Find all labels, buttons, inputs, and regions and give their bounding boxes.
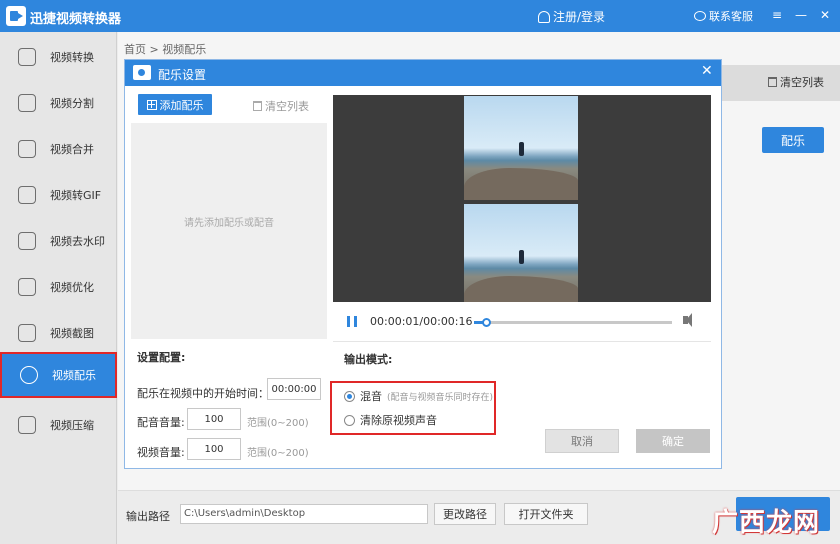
music-note-icon bbox=[20, 366, 38, 384]
video-frame-bottom bbox=[464, 204, 578, 308]
image-icon bbox=[18, 324, 36, 342]
plus-icon bbox=[146, 99, 157, 110]
volume-icon[interactable] bbox=[683, 313, 692, 327]
output-mode-title: 输出模式: bbox=[344, 353, 393, 366]
remove-audio-radio[interactable] bbox=[344, 414, 355, 426]
person bbox=[519, 250, 524, 264]
sidebar-item-compress[interactable]: 视频压缩 bbox=[0, 402, 117, 448]
site-watermark: 广西龙网 bbox=[712, 508, 821, 538]
close-icon[interactable]: ✕ bbox=[816, 6, 834, 24]
sidebar-item-screenshot[interactable]: 视频截图 bbox=[0, 310, 117, 356]
sidebar-item-label: 视频截图 bbox=[50, 327, 94, 340]
music-list: 请先添加配乐或配音 bbox=[131, 123, 327, 339]
output-path-label: 输出路径 bbox=[126, 510, 170, 523]
clear-list-label: 清空列表 bbox=[265, 100, 309, 113]
output-path-field[interactable]: C:\Users\admin\Desktop bbox=[180, 504, 428, 524]
person bbox=[519, 142, 524, 156]
add-music-button[interactable]: 添加配乐 bbox=[138, 94, 212, 115]
app-logo-icon bbox=[6, 6, 26, 26]
pause-icon[interactable] bbox=[347, 316, 357, 327]
sidebar-item-watermark[interactable]: 视频去水印 bbox=[0, 218, 117, 264]
cancel-button[interactable]: 取消 bbox=[545, 429, 619, 453]
video-frame-top bbox=[464, 96, 578, 200]
user-icon bbox=[538, 10, 550, 23]
dub-volume-label: 配音音量: bbox=[137, 416, 185, 429]
sidebar-item-label: 视频转GIF bbox=[50, 189, 102, 202]
video-volume-label: 视频音量: bbox=[137, 446, 185, 459]
convert-icon bbox=[18, 48, 36, 66]
support-label: 联系客服 bbox=[709, 10, 753, 23]
minimize-icon[interactable]: — bbox=[792, 6, 810, 24]
menu-icon[interactable]: ≡ bbox=[768, 6, 786, 24]
dialog-close-icon[interactable]: ✕ bbox=[701, 63, 713, 79]
play-icon bbox=[18, 140, 36, 158]
split-icon bbox=[18, 94, 36, 112]
empty-list-hint: 请先添加配乐或配音 bbox=[184, 218, 274, 229]
dialog-title: 配乐设置 bbox=[158, 68, 207, 82]
compress-icon bbox=[18, 416, 36, 434]
breadcrumb: 首页 > 视频配乐 bbox=[124, 43, 207, 56]
settings-title: 设置配置: bbox=[137, 351, 186, 364]
trash-icon bbox=[768, 77, 777, 87]
playback-time: 00:00:01/00:00:16 bbox=[370, 315, 473, 328]
sidebar-item-convert[interactable]: 视频转换 bbox=[0, 34, 117, 80]
chat-icon bbox=[694, 11, 706, 21]
sidebar-item-split[interactable]: 视频分割 bbox=[0, 80, 117, 126]
sidebar-item-label: 视频分割 bbox=[50, 97, 94, 110]
sidebar-item-label: 视频合并 bbox=[50, 143, 94, 156]
sidebar-item-gif[interactable]: 视频转GIF bbox=[0, 172, 117, 218]
sidebar-item-label: 视频转换 bbox=[50, 51, 94, 64]
ok-button[interactable]: 确定 bbox=[636, 429, 710, 453]
music-settings-dialog: 配乐设置 ✕ 添加配乐 清空列表 请先添加配乐或配音 设置配置: 配乐在视频中的… bbox=[124, 59, 722, 469]
sidebar: 视频转换 视频分割 视频合并 视频转GIF 视频去水印 视频优化 视频截图 视频… bbox=[0, 32, 117, 544]
mix-label: 混音 bbox=[360, 390, 382, 403]
start-time-label: 配乐在视频中的开始时间： bbox=[137, 387, 269, 400]
open-folder-button[interactable]: 打开文件夹 bbox=[504, 503, 588, 525]
support-link[interactable]: 联系客服 bbox=[694, 8, 753, 24]
start-time-input[interactable]: 00:00:00 bbox=[267, 378, 321, 400]
video-preview[interactable] bbox=[333, 95, 711, 308]
dialog-header: 配乐设置 ✕ bbox=[125, 60, 721, 86]
sidebar-item-optimize[interactable]: 视频优化 bbox=[0, 264, 117, 310]
sidebar-item-label: 视频压缩 bbox=[50, 419, 94, 432]
trash-icon bbox=[253, 101, 262, 111]
add-music-label: 添加配乐 bbox=[159, 98, 204, 112]
player-controls: 00:00:01/00:00:16 bbox=[333, 302, 711, 342]
dub-volume-input[interactable]: 100 bbox=[187, 408, 241, 430]
mix-option[interactable]: 混音 (配音与视频音乐同时存在) bbox=[344, 388, 493, 404]
mix-note: (配音与视频音乐同时存在) bbox=[387, 392, 494, 403]
progress-track[interactable] bbox=[474, 318, 672, 327]
progress-handle[interactable] bbox=[481, 318, 491, 327]
login-label: 注册/登录 bbox=[553, 10, 606, 24]
title-bar: 迅捷视频转换器 注册/登录 联系客服 ≡ — ✕ bbox=[0, 0, 840, 32]
change-path-button[interactable]: 更改路径 bbox=[434, 503, 496, 525]
clear-list-button[interactable]: 清空列表 bbox=[253, 98, 309, 114]
bg-music-button[interactable]: 配乐 bbox=[762, 127, 824, 153]
app-title: 迅捷视频转换器 bbox=[30, 12, 122, 27]
gif-icon bbox=[18, 186, 36, 204]
mix-radio[interactable] bbox=[344, 390, 355, 402]
optimize-icon bbox=[18, 278, 36, 296]
dialog-logo-icon bbox=[133, 65, 151, 80]
sidebar-item-merge[interactable]: 视频合并 bbox=[0, 126, 117, 172]
sidebar-item-label: 视频优化 bbox=[50, 281, 94, 294]
login-link[interactable]: 注册/登录 bbox=[538, 8, 605, 25]
watermark-icon bbox=[18, 232, 36, 250]
sidebar-item-music[interactable]: 视频配乐 bbox=[0, 352, 117, 398]
dub-volume-range: 范围(0~200) bbox=[247, 418, 309, 429]
video-volume-range: 范围(0~200) bbox=[247, 448, 309, 459]
remove-audio-option[interactable]: 清除原视频声音 bbox=[344, 412, 437, 428]
sidebar-item-label: 视频去水印 bbox=[50, 235, 105, 248]
rock bbox=[464, 168, 578, 200]
video-volume-input[interactable]: 100 bbox=[187, 438, 241, 460]
remove-audio-label: 清除原视频声音 bbox=[360, 414, 437, 427]
sidebar-item-label: 视频配乐 bbox=[52, 369, 96, 382]
bg-clear-list-label: 清空列表 bbox=[780, 76, 824, 89]
bg-clear-list-button[interactable]: 清空列表 bbox=[768, 74, 824, 90]
